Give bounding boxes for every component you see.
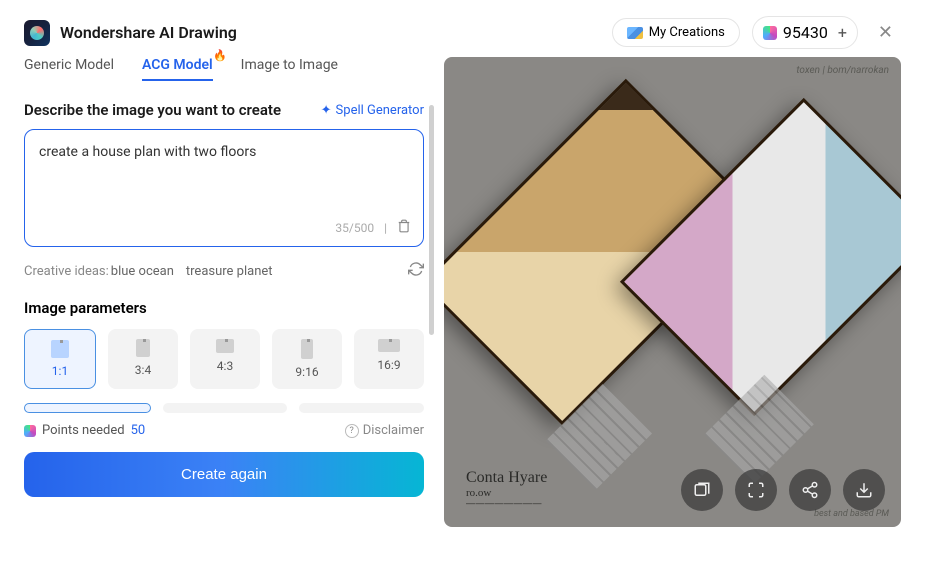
points-needed: Points needed 50 — [24, 423, 145, 438]
ratio-3-4[interactable]: 3:4 — [108, 329, 178, 389]
header-right: My Creations 95430 + ✕ — [612, 16, 901, 49]
scrollbar[interactable] — [429, 105, 434, 335]
ratio-shape-icon — [301, 339, 313, 359]
prompt-textarea[interactable]: create a house plan with two floors 35/5… — [24, 129, 424, 247]
image-action-bar — [681, 469, 885, 511]
disclaimer-label: Disclaimer — [363, 423, 424, 438]
points-label: Points needed — [42, 423, 125, 438]
ratio-16-9[interactable]: 16:9 — [354, 329, 424, 389]
ratio-9-16[interactable]: 9:16 — [272, 329, 342, 389]
describe-label: Describe the image you want to create — [24, 101, 281, 119]
creative-ideas-row: Creative ideas:blue ocean treasure planet — [24, 261, 424, 281]
my-creations-button[interactable]: My Creations — [612, 18, 740, 47]
ratio-1-1[interactable]: 1:1 — [24, 329, 96, 389]
ratio-shape-icon — [136, 339, 150, 357]
watermark-top: toxen | bom/narrokan — [796, 65, 889, 76]
credits-pill[interactable]: 95430 + — [752, 16, 858, 49]
tab-acg-model[interactable]: ACG Model 🔥 — [142, 57, 213, 81]
ratio-shape-icon — [378, 339, 400, 352]
credits-value: 95430 — [783, 23, 828, 42]
stairs-2 — [704, 375, 814, 485]
add-credits-button[interactable]: + — [838, 23, 847, 42]
describe-row: Describe the image you want to create ✦ … — [24, 101, 424, 119]
variations-button[interactable] — [681, 469, 723, 511]
tab-image-to-image[interactable]: Image to Image — [241, 57, 338, 81]
points-value: 50 — [131, 423, 146, 438]
disclaimer-button[interactable]: ? Disclaimer — [345, 423, 424, 438]
header: Wondershare AI Drawing My Creations 9543… — [0, 0, 925, 57]
spell-generator-button[interactable]: ✦ Spell Generator — [321, 103, 424, 118]
ideas-text: Creative ideas:blue ocean treasure planet — [24, 264, 283, 279]
prompt-footer: 35/500 | — [335, 219, 411, 236]
fullscreen-button[interactable] — [735, 469, 777, 511]
right-panel: toxen | bom/narrokan Conta Hyare ro.ow —… — [444, 57, 901, 527]
spell-gen-label: Spell Generator — [336, 103, 424, 118]
char-counter: 35/500 — [335, 221, 374, 235]
param-option[interactable] — [24, 403, 151, 413]
wand-icon: ✦ — [321, 103, 332, 118]
sig-main: Conta Hyare — [466, 469, 547, 487]
param-option[interactable] — [299, 403, 424, 413]
sparkle-icon — [24, 425, 36, 437]
divider: | — [384, 221, 387, 235]
sparkle-icon — [763, 26, 777, 40]
model-tabs: Generic Model ACG Model 🔥 Image to Image — [24, 57, 424, 81]
refresh-icon[interactable] — [408, 261, 424, 281]
download-button[interactable] — [843, 469, 885, 511]
trash-icon[interactable] — [397, 219, 411, 236]
ideas-prefix: Creative ideas: — [24, 264, 109, 279]
app-title: Wondershare AI Drawing — [60, 23, 237, 42]
idea-1[interactable]: blue ocean — [111, 264, 174, 279]
main: Generic Model ACG Model 🔥 Image to Image… — [0, 57, 925, 527]
app-logo-icon — [24, 20, 50, 46]
idea-2[interactable]: treasure planet — [186, 264, 273, 279]
picture-icon — [627, 27, 643, 39]
footer-row: Points needed 50 ? Disclaimer — [24, 423, 424, 438]
generated-image[interactable]: toxen | bom/narrokan Conta Hyare ro.ow —… — [444, 57, 901, 527]
param-option[interactable] — [163, 403, 288, 413]
my-creations-label: My Creations — [649, 25, 725, 40]
left-panel: Generic Model ACG Model 🔥 Image to Image… — [24, 57, 424, 527]
next-param-row — [24, 403, 424, 413]
fire-icon: 🔥 — [213, 49, 227, 62]
image-parameters-label: Image parameters — [24, 299, 424, 317]
tab-acg-label: ACG Model — [142, 57, 213, 73]
header-left: Wondershare AI Drawing — [24, 20, 237, 46]
question-icon: ? — [345, 424, 359, 438]
prompt-text: create a house plan with two floors — [39, 144, 409, 160]
tab-generic-model[interactable]: Generic Model — [24, 57, 114, 81]
aspect-ratio-row: 1:1 3:4 4:3 9:16 16:9 — [24, 329, 424, 389]
close-button[interactable]: ✕ — [870, 18, 901, 47]
signature: Conta Hyare ro.ow ———————— — [466, 469, 547, 509]
sig-sub: ———————— — [466, 499, 547, 509]
ratio-4-3[interactable]: 4:3 — [190, 329, 260, 389]
ratio-shape-icon — [216, 339, 234, 353]
create-again-button[interactable]: Create again — [24, 452, 424, 497]
ratio-shape-icon — [51, 340, 69, 358]
share-button[interactable] — [789, 469, 831, 511]
